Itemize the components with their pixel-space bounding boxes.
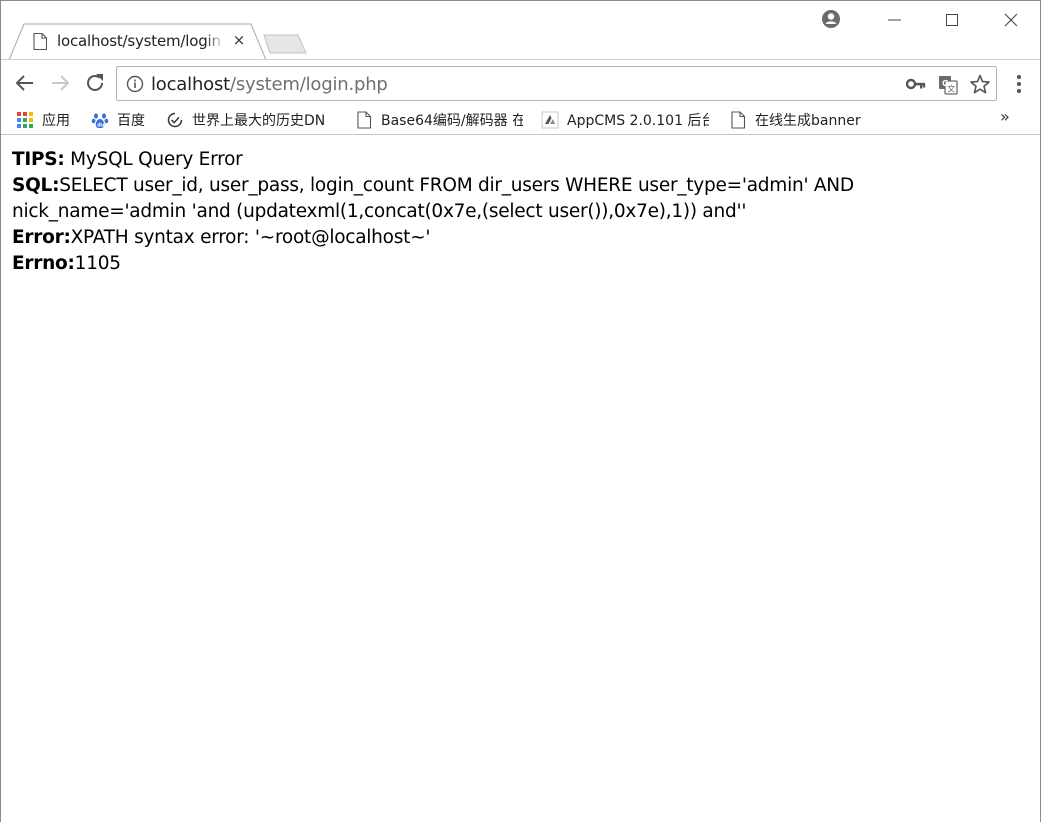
title-bar: localhost/system/login.php × xyxy=(1,1,1040,60)
tips-line: TIPS: MySQL Query Error xyxy=(12,147,1029,173)
close-icon[interactable] xyxy=(991,7,1031,33)
back-arrow-icon[interactable] xyxy=(12,70,38,96)
apps-grid-icon xyxy=(17,112,33,128)
errno-value: 1105 xyxy=(74,253,121,274)
address-url[interactable]: localhost/system/login.php xyxy=(151,74,388,95)
bookmark-label: AppCMS 2.0.101 后台 xyxy=(567,113,709,129)
error-value: XPATH syntax error: '~root@localhost~' xyxy=(70,227,431,248)
tips-label: TIPS: xyxy=(12,149,65,170)
svg-text:文: 文 xyxy=(947,84,955,94)
url-path: /system/login.php xyxy=(230,74,388,95)
key-icon[interactable] xyxy=(906,77,926,91)
sql-value: SELECT user_id, user_pass, login_count F… xyxy=(12,175,854,222)
bookmark-label: 百度 xyxy=(117,113,145,129)
bookmark-appcms[interactable]: AppCMS 2.0.101 后台 xyxy=(541,109,709,131)
tips-value: MySQL Query Error xyxy=(64,149,243,170)
new-tab-button[interactable] xyxy=(260,31,308,55)
browser-window: localhost/system/login.php × xyxy=(0,0,1041,822)
appcms-icon xyxy=(541,111,559,129)
profile-icon[interactable] xyxy=(821,9,841,29)
tab-title: localhost/system/login.php xyxy=(57,32,221,50)
reload-icon[interactable] xyxy=(82,70,108,96)
history-check-icon xyxy=(167,112,183,128)
bookmark-baidu[interactable]: du 百度 xyxy=(91,109,145,131)
errno-label: Errno: xyxy=(12,253,75,274)
navigation-toolbar: localhost/system/login.php G 文 xyxy=(1,59,1040,105)
translate-icon[interactable]: G 文 xyxy=(938,75,958,95)
forward-arrow-icon[interactable] xyxy=(47,70,73,96)
bookmarks-overflow-chevron-icon[interactable]: » xyxy=(1000,107,1010,126)
sql-line: SQL:SELECT user_id, user_pass, login_cou… xyxy=(12,173,1029,225)
bookmark-label: Base64编码/解码器 在 xyxy=(381,113,523,129)
three-dot-menu-icon[interactable] xyxy=(1009,72,1029,96)
error-line: Error:XPATH syntax error: '~root@localho… xyxy=(12,225,1029,251)
page-icon xyxy=(357,111,372,129)
errno-line: Errno:1105 xyxy=(12,251,1029,277)
error-label: Error: xyxy=(12,227,71,248)
svg-text:du: du xyxy=(97,123,105,129)
url-host: localhost xyxy=(151,74,230,95)
tab-active[interactable]: localhost/system/login.php × xyxy=(9,23,267,60)
tab-close-icon[interactable]: × xyxy=(231,32,247,48)
baidu-paw-icon: du xyxy=(91,113,109,129)
bookmark-base64[interactable]: Base64编码/解码器 在 xyxy=(355,109,523,131)
bookmarks-bar: 应用 du 百度 世界上最大的历史DN Base64编码/解码器 在 AppCM… xyxy=(1,105,1040,135)
bookmark-banner[interactable]: 在线生成banner xyxy=(729,109,861,131)
address-bar[interactable]: localhost/system/login.php G 文 xyxy=(116,66,997,101)
page-content: TIPS: MySQL Query Error SQL:SELECT user_… xyxy=(1,136,1040,822)
bookmark-history-dns[interactable]: 世界上最大的历史DN xyxy=(166,109,334,131)
minimize-icon[interactable] xyxy=(875,7,915,33)
tab-title-fade xyxy=(205,29,225,53)
info-icon[interactable] xyxy=(126,75,144,93)
bookmark-star-icon[interactable] xyxy=(969,73,991,95)
page-icon xyxy=(33,33,47,50)
page-icon xyxy=(731,111,746,129)
bookmark-apps[interactable]: 应用 xyxy=(16,109,70,131)
bookmark-label: 应用 xyxy=(42,113,70,129)
bookmark-label: 世界上最大的历史DN xyxy=(192,113,326,129)
maximize-icon[interactable] xyxy=(932,7,972,33)
sql-label: SQL: xyxy=(12,175,60,196)
bookmark-label: 在线生成banner xyxy=(755,113,861,129)
